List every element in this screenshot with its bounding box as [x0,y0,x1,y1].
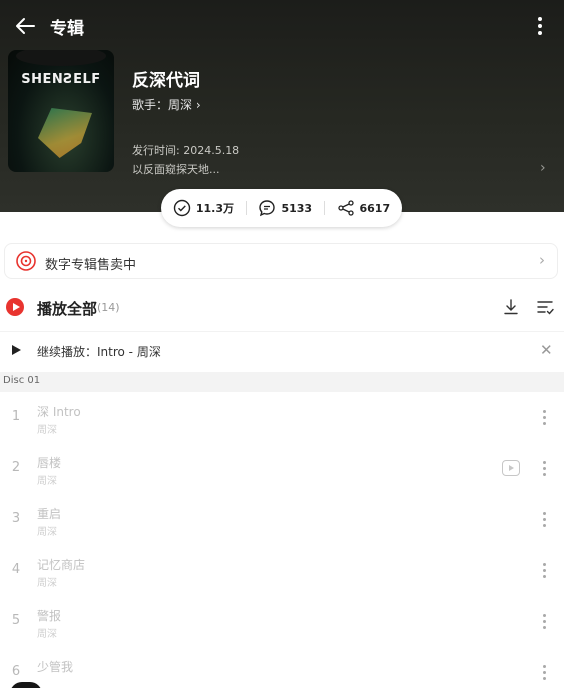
disc-header: Disc 01 [0,372,564,392]
divider [323,201,325,215]
cover-logo: SHENƧELF [21,72,101,87]
track-count: (14) [97,301,120,314]
download-icon[interactable] [502,298,520,316]
cover-artwork [38,108,92,158]
banner-text: 数字专辑售卖中 [45,258,137,273]
track-row[interactable]: 3 重启 周深 [0,495,564,546]
comments-button[interactable]: 5133 [258,199,312,217]
vinyl-edge [16,50,106,66]
play-icon[interactable] [12,345,21,355]
track-artist: 周深 [37,629,57,640]
disc-label: Disc 01 [3,375,41,386]
album-title: 反深代词 [132,71,200,91]
collect-button[interactable]: 11.3万 [173,199,234,217]
digital-album-banner[interactable]: 数字专辑售卖中 › [4,243,558,279]
release-date: 发行时间: 2024.5.18 [132,144,240,157]
album-description[interactable]: 以反面窥探天地... [132,161,220,177]
album-cover[interactable]: SHENƧELF [8,50,114,172]
track-row[interactable]: 4 记忆商店 周深 [0,546,564,597]
chevron-right-icon: › [195,98,201,112]
track-artist: 周深 [37,425,57,436]
page-title: 专辑 [50,19,84,39]
track-artist: 周深 [37,578,57,589]
continue-playing-row[interactable]: 继续播放：Intro - 周深 ✕ [0,331,564,369]
track-artist: 周深 [37,527,57,538]
play-all-row: 播放全部 (14) [0,288,564,328]
comment-icon [259,200,276,217]
track-row[interactable]: 2 唇楼 周深 [0,444,564,495]
track-title: 重启 [37,507,62,521]
chevron-right-icon[interactable]: › [540,160,546,176]
track-artist: 周深 [37,476,57,487]
track-title: 记忆商店 [37,558,86,572]
top-bar: 专辑 [0,0,564,52]
close-icon[interactable]: ✕ [540,341,553,359]
artist-link[interactable]: 歌手：周深 › [132,96,201,113]
share-button[interactable]: 6617 [337,199,391,217]
more-vertical-icon[interactable] [538,458,552,478]
track-number: 3 [11,511,21,526]
video-play-icon[interactable] [502,460,520,476]
track-number: 2 [11,460,21,475]
continue-playing-label[interactable]: 继续播放：Intro - 周深 [37,343,161,360]
more-vertical-icon[interactable] [538,509,552,529]
track-row[interactable]: 5 警报 周深 [0,597,564,648]
shares-count: 6617 [359,201,391,215]
track-title: 警报 [37,609,62,623]
vinyl-record-icon [15,250,37,272]
comments-count: 5133 [281,201,313,215]
more-vertical-icon[interactable] [538,611,552,631]
divider [245,201,247,215]
share-icon [337,200,354,216]
track-row[interactable]: 1 深 Intro 周深 [0,393,564,444]
track-number: 4 [11,562,21,577]
album-stats: 11.3万 5133 6617 [161,189,402,227]
track-title: 唇楼 [37,456,62,470]
check-circle-icon [173,199,191,217]
album-header: 专辑 SHENƧELF 反深代词 歌手：周深 › 发行时间: 2024.5.18… [0,0,564,212]
track-number: 6 [11,664,21,679]
track-row[interactable]: 6 少管我 [0,648,564,688]
more-vertical-icon[interactable] [538,662,552,682]
play-all-button[interactable]: 播放全部 [37,298,97,319]
track-number: 5 [11,613,21,628]
back-arrow-icon[interactable] [12,12,40,40]
track-number: 1 [11,409,21,424]
chevron-right-icon: › [539,251,545,269]
more-menu-icon[interactable] [528,12,552,40]
more-vertical-icon[interactable] [538,407,552,427]
track-title: 少管我 [37,660,74,674]
more-vertical-icon[interactable] [538,560,552,580]
artist-label: 歌手：周深 [132,98,193,112]
play-all-icon[interactable] [6,298,24,316]
track-title: 深 Intro [37,405,81,419]
collect-count: 11.3万 [195,202,234,215]
multi-select-icon[interactable] [536,298,554,316]
